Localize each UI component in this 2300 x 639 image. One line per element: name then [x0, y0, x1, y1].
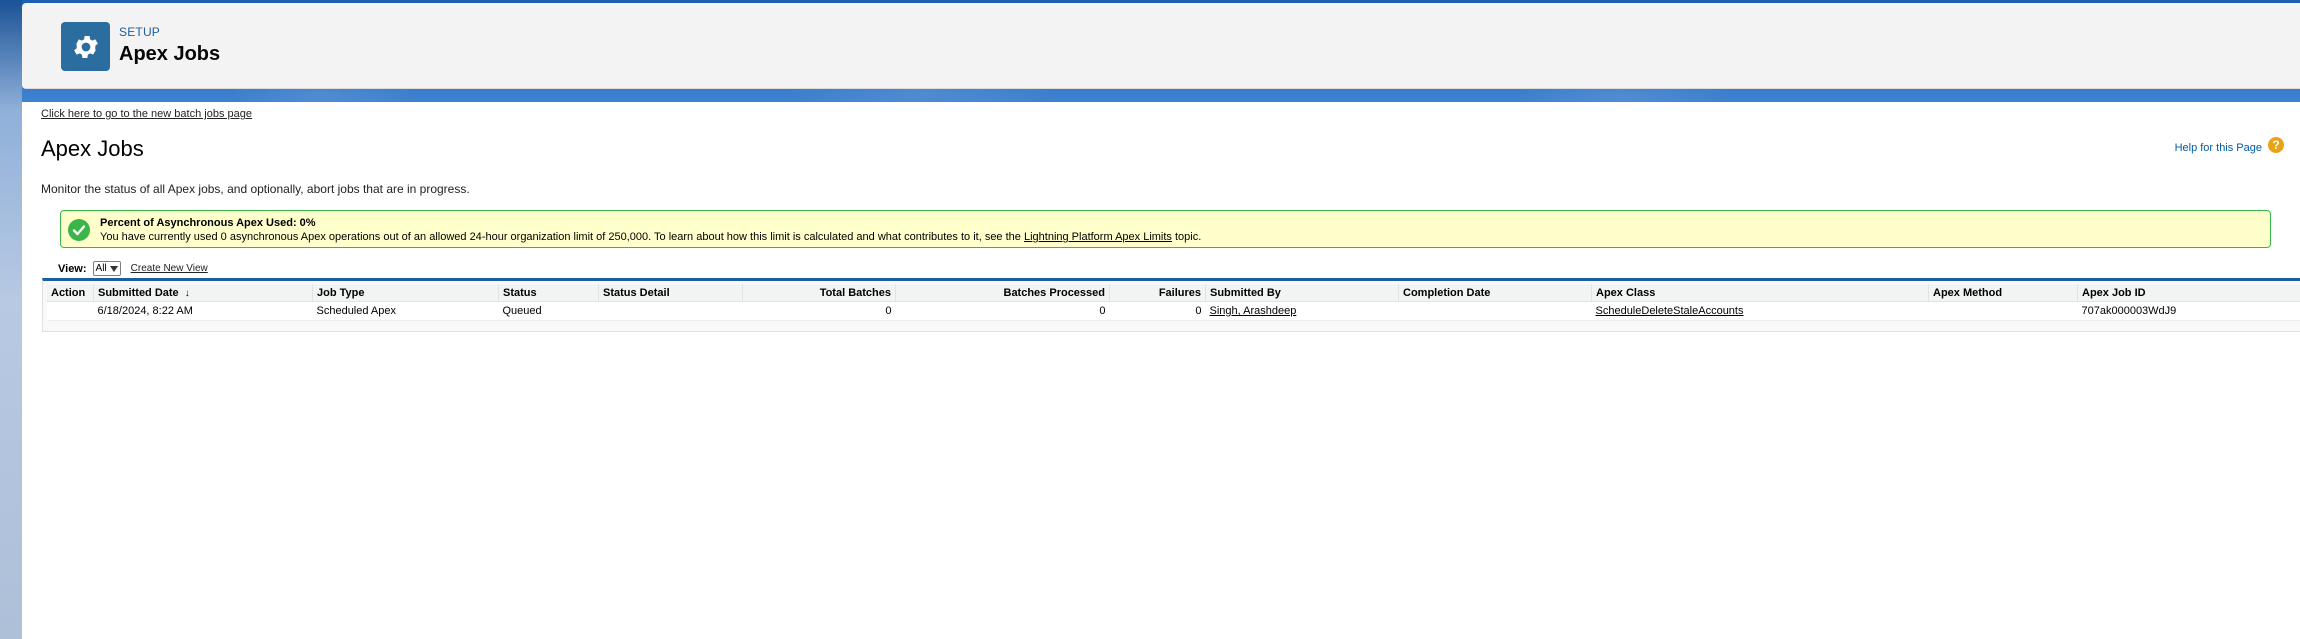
- info-text-before: You have currently used 0 asynchronous A…: [100, 231, 1024, 243]
- new-batch-jobs-link[interactable]: Click here to go to the new batch jobs p…: [41, 108, 252, 120]
- column-header-status[interactable]: Status: [498, 284, 599, 302]
- header-title: Apex Jobs: [119, 43, 221, 65]
- breadcrumb[interactable]: SETUP: [119, 25, 160, 39]
- column-header-submitted-by[interactable]: Submitted By: [1205, 284, 1399, 302]
- column-header-job-type[interactable]: Job Type: [312, 284, 499, 302]
- cell-batches-processed: 0: [895, 301, 1110, 321]
- table-header-row: Action Submitted Date ↓ Job Type Status S…: [47, 284, 2300, 302]
- info-title: Percent of Asynchronous Apex Used: 0%: [100, 217, 316, 229]
- sort-arrow-icon: ↓: [184, 287, 190, 299]
- view-select-value: All: [95, 263, 107, 274]
- page-title: Apex Jobs: [41, 136, 144, 161]
- view-select[interactable]: All: [92, 261, 121, 276]
- page-description: Monitor the status of all Apex jobs, and…: [41, 182, 470, 196]
- main-content: Click here to go to the new batch jobs p…: [22, 102, 2300, 639]
- column-header-apex-class[interactable]: Apex Class: [1591, 284, 1929, 302]
- page-header: SETUP Apex Jobs: [22, 3, 2300, 89]
- column-header-submitted-date[interactable]: Submitted Date ↓: [93, 284, 313, 302]
- cell-status: Queued: [498, 301, 599, 321]
- column-header-apex-job-id[interactable]: Apex Job ID: [2077, 284, 2300, 302]
- help-link[interactable]: Help for this Page: [2175, 142, 2262, 154]
- info-text: You have currently used 0 asynchronous A…: [100, 231, 1201, 243]
- left-strip: [0, 0, 22, 639]
- help-icon[interactable]: ?: [2268, 137, 2284, 153]
- column-header-batches-processed[interactable]: Batches Processed: [895, 284, 1110, 302]
- create-new-view-link[interactable]: Create New View: [131, 263, 208, 274]
- submitted-date-label: Submitted Date: [98, 286, 179, 299]
- column-header-status-detail[interactable]: Status Detail: [598, 284, 743, 302]
- info-text-after: topic.: [1171, 231, 1202, 243]
- cell-completion-date: [1398, 301, 1592, 321]
- column-header-action: Action: [47, 284, 94, 302]
- checkmark-icon: [68, 219, 90, 241]
- chevron-down-icon: [109, 265, 118, 272]
- column-header-completion-date[interactable]: Completion Date: [1398, 284, 1592, 302]
- async-usage-message: Percent of Asynchronous Apex Used: 0% Yo…: [60, 210, 2271, 248]
- cell-apex-class-link[interactable]: ScheduleDeleteStaleAccounts: [1591, 301, 1929, 321]
- view-controls: View: All Create New View: [58, 261, 208, 276]
- view-label: View:: [58, 262, 87, 275]
- column-header-total-batches[interactable]: Total Batches: [742, 284, 896, 302]
- cell-action: [47, 301, 94, 321]
- jobs-table: Action Submitted Date ↓ Job Type Status S…: [47, 284, 2300, 321]
- cell-submitted-date: 6/18/2024, 8:22 AM: [93, 301, 313, 321]
- column-header-apex-method[interactable]: Apex Method: [1928, 284, 2078, 302]
- cell-submitted-by-link[interactable]: Singh, Arashdeep: [1205, 301, 1399, 321]
- cell-apex-job-id: 707ak000003WdJ9: [2077, 301, 2300, 321]
- apex-limits-link[interactable]: Lightning Platform Apex Limits: [1024, 231, 1172, 243]
- cell-apex-method: [1928, 301, 2078, 321]
- cell-status-detail: [598, 301, 743, 321]
- column-header-failures[interactable]: Failures: [1109, 284, 1206, 302]
- cell-failures: 0: [1109, 301, 1206, 321]
- table-row: 6/18/2024, 8:22 AM Scheduled Apex Queued…: [47, 301, 2300, 321]
- cell-job-type: Scheduled Apex: [312, 301, 499, 321]
- jobs-table-container: Action Submitted Date ↓ Job Type Status S…: [42, 278, 2300, 332]
- gear-icon: [61, 22, 110, 71]
- cell-total-batches: 0: [742, 301, 896, 321]
